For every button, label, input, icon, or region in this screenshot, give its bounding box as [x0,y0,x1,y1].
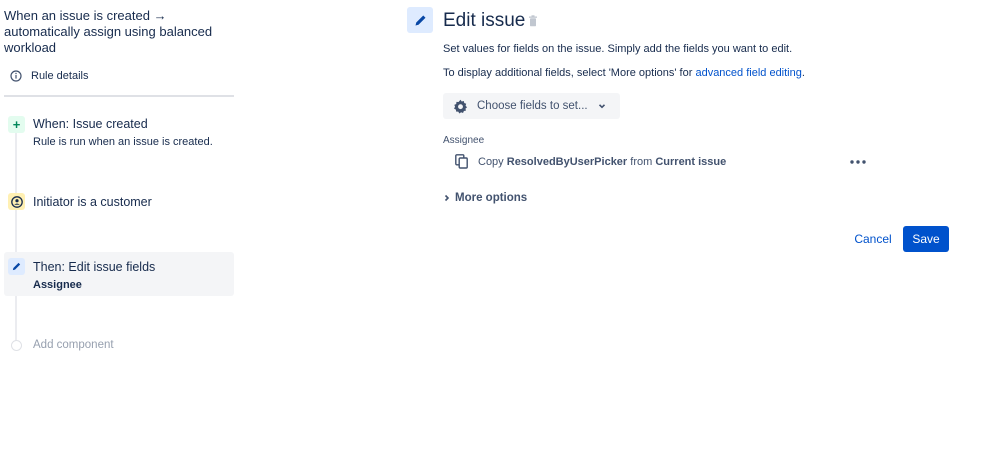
assignee-field-row: Copy ResolvedByUserPicker from Current i… [443,151,873,173]
trigger-subtitle: Rule is run when an issue is created. [33,136,213,148]
description-text: Set values for fields on the issue. Simp… [443,43,793,55]
choose-fields-dropdown[interactable]: Choose fields to set... [443,93,620,119]
pencil-icon [8,258,25,275]
copy-source-issue: Current issue [655,156,727,168]
trigger-title: When: Issue created [33,117,148,131]
empty-circle-icon [11,340,22,351]
more-options-toggle[interactable]: More options [443,190,527,206]
customer-icon [8,193,25,210]
add-component-label: Add component [33,339,114,351]
copy-source-field: ResolvedByUserPicker [506,156,628,168]
action-component[interactable]: Then: Edit issue fields Assignee [4,252,234,296]
rule-title: When an issue is created → automatically… [4,8,213,55]
add-component-button[interactable]: Add component [4,335,234,355]
choose-fields-label: Choose fields to set... [477,100,588,112]
condition-component[interactable]: Initiator is a customer [4,191,234,215]
trigger-component[interactable]: + When: Issue created Rule is run when a… [4,114,234,154]
action-title: Then: Edit issue fields [33,260,156,274]
advanced-field-editing-link[interactable]: advanced field editing [695,67,801,79]
pencil-icon [407,7,433,33]
chevron-right-icon [443,193,451,203]
more-options-label: More options [455,192,528,204]
page-title: Edit issue [443,10,526,31]
save-button[interactable]: Save [903,226,949,252]
info-icon [10,70,22,82]
action-subtitle: Assignee [33,279,82,291]
advanced-editing-hint: To display additional fields, select 'Mo… [443,66,805,80]
hint-suffix: . [801,67,805,79]
trash-icon[interactable] [528,14,538,27]
rule-sidebar: When an issue is created → automatically… [0,0,236,454]
condition-title: Initiator is a customer [33,195,152,209]
copy-icon [455,154,468,169]
sidebar-divider [4,95,234,97]
assignee-field-label: Assignee [443,135,485,146]
rule-details-label: Rule details [31,70,89,82]
hint-prefix: To display additional fields, select 'Mo… [443,67,696,79]
rule-details-link[interactable]: Rule details [10,68,88,84]
cancel-button[interactable]: Cancel [846,226,900,252]
plus-icon: + [8,116,25,133]
copy-field-value[interactable]: Copy ResolvedByUserPicker from Current i… [478,155,726,169]
chevron-down-icon [597,101,607,111]
copy-middle: from [627,156,656,168]
more-actions-icon[interactable] [848,153,868,171]
gear-icon [453,99,468,114]
component-timeline [15,124,17,344]
copy-prefix: Copy [478,156,507,168]
edit-issue-panel: Edit issue Set values for fields on the … [400,0,999,454]
